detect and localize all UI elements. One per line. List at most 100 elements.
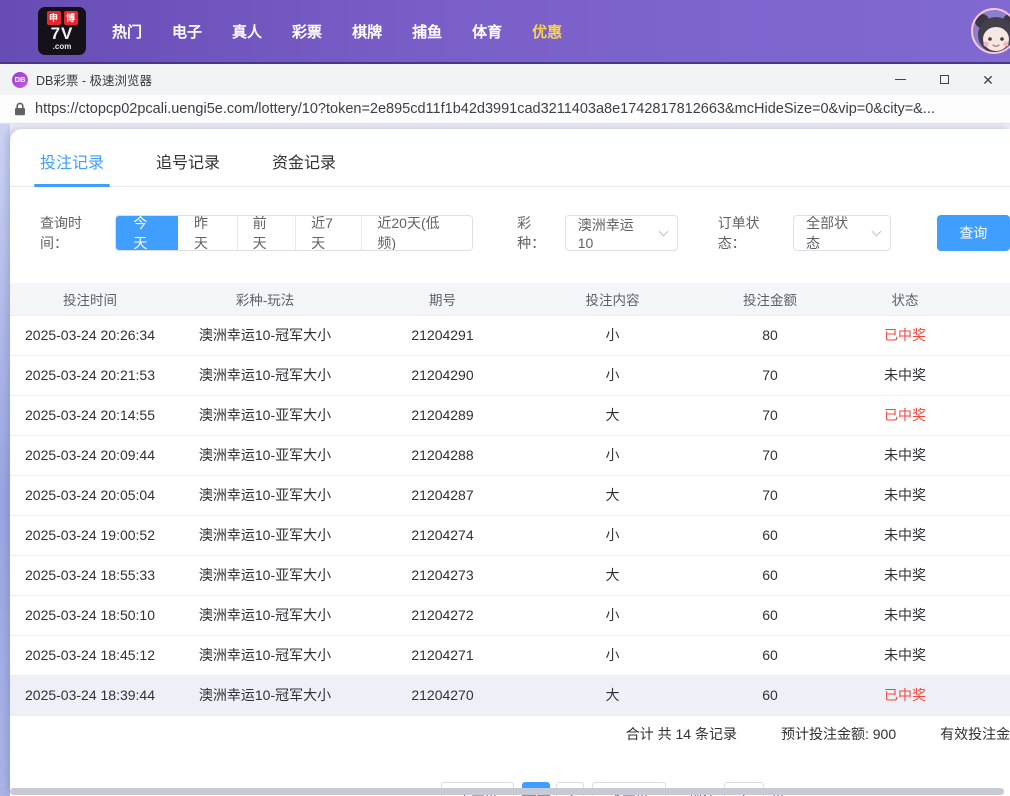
logo-main-text: 7V bbox=[50, 24, 74, 43]
table-body: 2025-03-24 20:26:34 澳洲幸运10-冠军大小 21204291… bbox=[10, 315, 1010, 716]
bet-records-table: 投注时间 彩种-玩法 期号 投注内容 投注金额 状态 2025-03-24 20:26:3… bbox=[10, 283, 1010, 716]
filter-bar: 查询时间： 今天 昨天 前天 近7天 近20天(低频) 彩种： 澳洲幸运10 订单状态：… bbox=[40, 213, 1010, 253]
time-range-option[interactable]: 近7天 bbox=[295, 216, 362, 250]
table-header-cell: 状态 bbox=[840, 283, 1010, 316]
cell-bet-time: 2025-03-24 18:39:44 bbox=[10, 675, 170, 716]
record-tab-label: 追号记录 bbox=[156, 155, 221, 172]
cell-game-play: 澳洲幸运10-亚军大小 bbox=[170, 435, 360, 476]
cell-bet-amount: 60 bbox=[700, 555, 840, 596]
cell-bet-time: 2025-03-24 20:09:44 bbox=[10, 435, 170, 476]
cell-game-play: 澳洲幸运10-亚军大小 bbox=[170, 555, 360, 596]
cell-bet-time: 2025-03-24 20:21:53 bbox=[10, 355, 170, 396]
cell-issue-no: 21204287 bbox=[360, 475, 525, 516]
cell-bet-content: 小 bbox=[525, 315, 700, 356]
cell-issue-no: 21204270 bbox=[360, 675, 525, 716]
nav-item[interactable]: 棋牌 bbox=[352, 21, 382, 42]
cell-issue-no: 21204272 bbox=[360, 595, 525, 636]
maximize-button[interactable] bbox=[922, 64, 966, 95]
nav-item[interactable]: 电子 bbox=[172, 21, 202, 42]
nav-item[interactable]: 热门 bbox=[112, 21, 142, 42]
cell-bet-time: 2025-03-24 18:50:10 bbox=[10, 595, 170, 636]
logo-badges: 申 博 bbox=[46, 11, 78, 25]
cell-issue-no: 21204290 bbox=[360, 355, 525, 396]
browser-favicon-icon: DB bbox=[12, 71, 28, 88]
nav-item[interactable]: 彩票 bbox=[292, 21, 322, 42]
time-range-option[interactable]: 近20天(低频) bbox=[361, 216, 473, 250]
time-range-option[interactable]: 前天 bbox=[236, 216, 296, 250]
order-status-select[interactable]: 全部状态 bbox=[793, 215, 891, 251]
cell-bet-amount: 60 bbox=[700, 515, 840, 556]
window-controls: ✕ bbox=[878, 64, 1010, 95]
lottery-select[interactable]: 澳洲幸运10 bbox=[564, 215, 678, 251]
cell-bet-amount: 60 bbox=[700, 675, 840, 716]
logo-badge-bo: 博 bbox=[63, 11, 78, 25]
browser-urlbar[interactable]: https://ctopcp02pcali.uengi5e.com/lotter… bbox=[0, 95, 1010, 124]
table-row: 2025-03-24 20:21:53 澳洲幸运10-冠军大小 21204290… bbox=[10, 355, 1010, 396]
table-header-row: 投注时间 彩种-玩法 期号 投注内容 投注金额 状态 bbox=[10, 283, 1010, 316]
cell-status: 已中奖 bbox=[840, 395, 1010, 436]
nav-item-label: 捕鱼 bbox=[412, 23, 443, 41]
nav-item[interactable]: 体育 bbox=[472, 21, 502, 42]
table-header-cell: 彩种-玩法 bbox=[170, 283, 360, 316]
time-range-option-label: 昨天 bbox=[193, 215, 208, 251]
page-background-strip bbox=[0, 124, 10, 796]
table-header-cell: 投注内容 bbox=[525, 283, 700, 316]
minimize-button[interactable] bbox=[878, 64, 922, 95]
lottery-select-value: 澳洲幸运10 bbox=[577, 217, 634, 251]
nav-item-label: 电子 bbox=[172, 23, 203, 41]
nav-item[interactable]: 真人 bbox=[232, 21, 262, 42]
nav-item-label: 棋牌 bbox=[352, 23, 383, 41]
close-button[interactable]: ✕ bbox=[966, 64, 1010, 95]
avatar-illustration bbox=[973, 10, 1010, 52]
cell-issue-no: 21204288 bbox=[360, 435, 525, 476]
table-header-cell: 投注时间 bbox=[10, 283, 170, 316]
table-row: 2025-03-24 18:39:44 澳洲幸运10-冠军大小 21204270… bbox=[10, 675, 1010, 716]
nav-item[interactable]: 优惠 bbox=[532, 21, 562, 42]
time-range-option[interactable]: 今天 bbox=[116, 216, 178, 250]
cell-issue-no: 21204271 bbox=[360, 635, 525, 676]
order-status-label: 订单状态： bbox=[717, 215, 760, 251]
nav-item-label: 热门 bbox=[112, 23, 143, 41]
nav-item-label: 真人 bbox=[232, 23, 263, 41]
browser-titlebar: DB DB彩票 - 极速浏览器 ✕ bbox=[0, 62, 1010, 95]
cell-game-play: 澳洲幸运10-冠军大小 bbox=[170, 675, 360, 716]
nav-item-label: 体育 bbox=[472, 23, 503, 41]
time-filter-label: 查询时间： bbox=[40, 215, 82, 251]
casino-logo[interactable]: 申 博 7V .com bbox=[38, 7, 86, 55]
query-button[interactable]: 查询 bbox=[936, 215, 1010, 251]
cell-game-play: 澳洲幸运10-冠军大小 bbox=[170, 635, 360, 676]
table-row: 2025-03-24 18:45:12 澳洲幸运10-冠军大小 21204271… bbox=[10, 635, 1010, 676]
time-range-option[interactable]: 昨天 bbox=[177, 215, 237, 251]
record-tab[interactable]: 资金记录 bbox=[270, 143, 338, 186]
cell-issue-no: 21204274 bbox=[360, 515, 525, 556]
cell-bet-time: 2025-03-24 20:05:04 bbox=[10, 475, 170, 516]
table-row: 2025-03-24 20:09:44 澳洲幸运10-亚军大小 21204288… bbox=[10, 435, 1010, 476]
cell-issue-no: 21204291 bbox=[360, 315, 525, 356]
horizontal-scrollbar[interactable] bbox=[10, 788, 1004, 795]
lottery-filter-label: 彩种： bbox=[517, 215, 546, 251]
record-tab[interactable]: 追号记录 bbox=[154, 143, 222, 186]
summary-valid-amount: 有效投注金额: bbox=[940, 725, 1010, 742]
record-tab-label: 投注记录 bbox=[40, 155, 105, 172]
cell-game-play: 澳洲幸运10-亚军大小 bbox=[170, 515, 360, 556]
minimize-icon bbox=[894, 78, 906, 81]
cell-bet-amount: 60 bbox=[700, 635, 840, 676]
table-row: 2025-03-24 18:55:33 澳洲幸运10-亚军大小 21204273… bbox=[10, 555, 1010, 596]
cell-status: 未中奖 bbox=[840, 515, 1010, 556]
time-range-option-label: 今天 bbox=[133, 215, 148, 251]
table-row: 2025-03-24 20:05:04 澳洲幸运10-亚军大小 21204287… bbox=[10, 475, 1010, 516]
cell-bet-content: 大 bbox=[525, 555, 700, 596]
window-title: DB彩票 - 极速浏览器 bbox=[36, 74, 152, 88]
maximize-icon bbox=[939, 75, 949, 84]
user-avatar[interactable] bbox=[971, 8, 1010, 54]
cell-bet-time: 2025-03-24 18:45:12 bbox=[10, 635, 170, 676]
url-text: https://ctopcp02pcali.uengi5e.com/lotter… bbox=[35, 101, 935, 117]
cell-status: 已中奖 bbox=[840, 315, 1010, 356]
table-row: 2025-03-24 20:14:55 澳洲幸运10-亚军大小 21204289… bbox=[10, 395, 1010, 436]
record-tab[interactable]: 投注记录 bbox=[33, 143, 111, 187]
table-row: 2025-03-24 20:26:34 澳洲幸运10-冠军大小 21204291… bbox=[10, 315, 1010, 356]
nav-item[interactable]: 捕鱼 bbox=[412, 21, 442, 42]
casino-nav: 热门 电子 真人 彩票 棋牌 捕鱼 体育 优惠 bbox=[112, 21, 562, 42]
lock-icon bbox=[15, 102, 25, 116]
cell-status: 未中奖 bbox=[840, 555, 1010, 596]
